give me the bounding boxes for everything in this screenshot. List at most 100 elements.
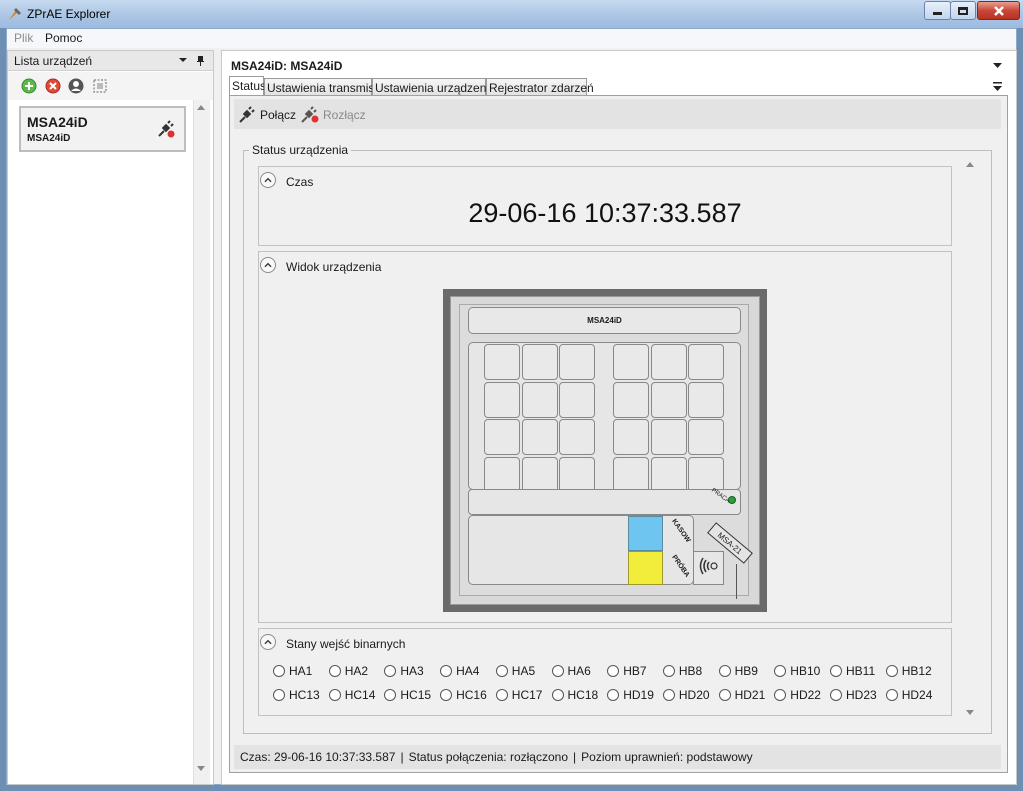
window-title: ZPrAE Explorer [27, 7, 111, 21]
status-scrollbar[interactable] [962, 156, 978, 720]
scroll-down-icon[interactable] [197, 766, 205, 771]
binary-input-hb9[interactable]: HB9 [718, 664, 758, 678]
binary-input-label: HA2 [344, 664, 369, 678]
pin-icon[interactable] [196, 55, 205, 67]
connect-label: Połącz [260, 107, 297, 122]
tab-status[interactable]: Status [229, 76, 266, 95]
tab-transmission-settings[interactable]: Ustawienia transmisji [264, 78, 380, 95]
radio-icon [495, 689, 508, 701]
status-separator: | [400, 750, 404, 764]
tab-event-recorder[interactable]: Rejestrator zdarzeń [486, 78, 594, 95]
binary-input-label: HB11 [846, 664, 876, 678]
scroll-down-icon[interactable] [966, 710, 974, 715]
binary-input-hb10[interactable]: HB10 [774, 664, 820, 678]
device-list-panel [7, 50, 214, 785]
remove-icon[interactable] [45, 78, 61, 94]
kasow-button[interactable] [628, 516, 663, 551]
radio-icon [830, 665, 842, 677]
binary-input-hb11[interactable]: HB11 [830, 664, 875, 678]
time-label: Czas [286, 175, 314, 189]
disconnect-label: Rozłącz [323, 107, 366, 122]
indicator-cell [650, 381, 687, 418]
radio-icon [273, 689, 285, 701]
status-separator: | [573, 750, 577, 764]
radio-icon [662, 665, 675, 677]
device-list-scrollbar[interactable] [193, 100, 210, 784]
status-connection: Status połączenia: rozłączono [408, 750, 569, 764]
indicator-cell [559, 419, 595, 455]
indicator-cell [521, 381, 558, 418]
binary-input-ha4[interactable]: HA4 [440, 664, 479, 678]
indicator-cell [688, 381, 724, 418]
binary-input-hc17[interactable]: HC17 [495, 688, 543, 702]
indicator-cell [484, 344, 520, 380]
collapse-icon[interactable] [260, 172, 276, 188]
panel-title: MSA24iD: MSA24iD [231, 59, 343, 73]
binary-input-hc13[interactable]: HC13 [273, 688, 320, 702]
indicator-cell [650, 419, 687, 455]
binary-input-hc15[interactable]: HC15 [384, 688, 431, 702]
binary-input-hc16[interactable]: HC16 [440, 688, 487, 702]
user-icon[interactable] [68, 78, 84, 94]
binary-input-ha2[interactable]: HA2 [328, 664, 369, 678]
device-list-title: Lista urządzeń [14, 54, 93, 68]
add-icon[interactable] [21, 78, 37, 94]
maximize-button[interactable] [950, 1, 976, 20]
disconnect-plug-icon [301, 106, 319, 123]
binary-input-label: HC17 [511, 688, 543, 702]
binary-input-label: HC18 [567, 688, 599, 702]
binary-input-hb7[interactable]: HB7 [607, 664, 647, 678]
scroll-up-icon[interactable] [197, 105, 205, 110]
indicator-cell [559, 381, 595, 418]
tab-device-settings[interactable]: Ustawienia urządzenia [372, 78, 496, 95]
binary-input-label: HD20 [678, 688, 710, 702]
binary-input-hd21[interactable]: HD21 [718, 688, 765, 702]
binary-input-label: HD23 [846, 688, 877, 702]
binary-input-label: HD24 [901, 688, 933, 702]
title-bar [0, 0, 1023, 28]
collapse-icon[interactable] [260, 257, 276, 273]
close-button[interactable] [977, 1, 1020, 20]
maximize-icon [958, 6, 968, 15]
scroll-up-icon[interactable] [966, 162, 974, 167]
chevron-down-icon[interactable] [178, 57, 188, 64]
binary-input-hd20[interactable]: HD20 [662, 688, 710, 702]
collapse-icon[interactable] [260, 634, 276, 650]
tab-list-icon[interactable] [993, 82, 1002, 91]
binary-input-hc14[interactable]: HC14 [328, 688, 375, 702]
status-permission: Poziom uprawnień: podstawowy [581, 750, 753, 764]
radio-icon [607, 689, 620, 701]
connect-button[interactable]: Połącz [239, 106, 296, 123]
binary-input-hd19[interactable]: HD19 [607, 688, 654, 702]
binary-input-hd24[interactable]: HD24 [885, 688, 933, 702]
disconnected-plug-icon [158, 120, 175, 138]
binary-input-label: HD19 [623, 688, 654, 702]
disconnect-button[interactable]: Rozłącz [301, 106, 366, 123]
binary-input-label: HB12 [901, 664, 932, 678]
device-list-toolbar [8, 72, 213, 100]
status-text: Czas: 29-06-16 10:37:33.587 | Status poł… [240, 750, 753, 764]
indicator-cell [521, 344, 558, 380]
minimize-button[interactable] [924, 1, 951, 20]
binary-input-hb8[interactable]: HB8 [662, 664, 702, 678]
select-icon[interactable] [92, 78, 108, 94]
binary-input-hd22[interactable]: HD22 [774, 688, 821, 702]
binary-input-hb12[interactable]: HB12 [885, 664, 932, 678]
radio-icon [774, 665, 787, 677]
proba-button[interactable] [628, 551, 663, 585]
binary-input-label: HA1 [289, 664, 313, 678]
chevron-down-icon[interactable] [993, 63, 1002, 69]
binary-input-ha3[interactable]: HA3 [384, 664, 424, 678]
binary-input-hc18[interactable]: HC18 [551, 688, 599, 702]
radio-icon [830, 689, 842, 701]
binary-input-ha1[interactable]: HA1 [273, 664, 312, 678]
binary-input-ha6[interactable]: HA6 [551, 664, 591, 678]
binary-input-hd23[interactable]: HD23 [830, 688, 877, 702]
device-front-panel: MSA24iD PRACA KASOW PRÓBA MSA-21 [443, 289, 767, 612]
binary-input-ha5[interactable]: HA5 [495, 664, 535, 678]
binary-input-label: HC15 [400, 688, 432, 702]
menu-plik[interactable]: Plik [14, 31, 33, 45]
binary-input-label: HD22 [790, 688, 821, 702]
indicator-cell [613, 381, 649, 418]
menu-pomoc[interactable]: Pomoc [45, 31, 82, 45]
